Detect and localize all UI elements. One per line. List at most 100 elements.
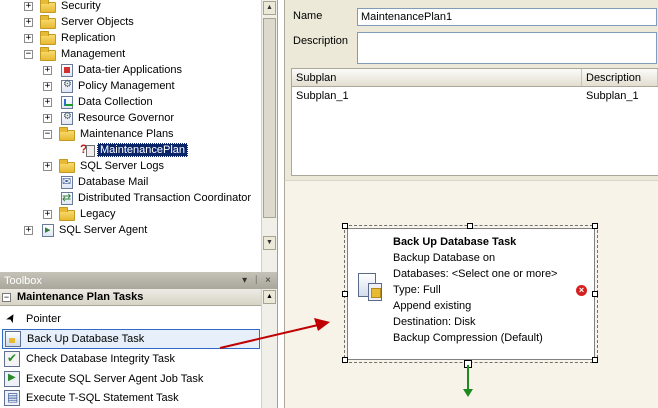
toolbox-item-backup-database-task[interactable]: Back Up Database Task — [2, 329, 260, 349]
toolbox-title: Toolbox — [4, 274, 42, 287]
column-header-description[interactable]: Description — [582, 69, 658, 86]
resize-handle-top-left[interactable] — [342, 223, 348, 229]
tree-node-resource-governor[interactable]: + Resource Governor — [43, 110, 176, 126]
tree-node-label: Legacy — [80, 208, 116, 220]
resource-governor-icon — [61, 111, 73, 125]
tree-node-label: SQL Server Logs — [80, 160, 164, 172]
toolbox-window-controls: ▾ ᛁ × — [242, 275, 277, 286]
expand-icon[interactable]: + — [24, 17, 33, 27]
task-title: Back Up Database Task — [393, 236, 517, 248]
tree-node-data-collection[interactable]: + Data Collection — [43, 94, 155, 110]
resize-handle-bottom-right[interactable] — [592, 357, 598, 363]
resize-handle-left[interactable] — [342, 291, 348, 297]
subplan-name-cell[interactable]: Subplan_1 — [292, 87, 582, 105]
task-line: Databases: <Select one or more> — [393, 268, 558, 280]
check-integrity-icon — [4, 351, 20, 367]
resize-handle-right[interactable] — [592, 291, 598, 297]
expand-icon[interactable]: + — [43, 81, 52, 91]
expand-icon[interactable]: + — [43, 113, 52, 123]
policy-icon — [61, 79, 73, 93]
plan-description-field[interactable] — [357, 32, 657, 64]
subplan-grid: Subplan Description Subplan_1 Subplan_1 — [291, 68, 658, 176]
tree-scrollbar[interactable]: ▲ ▼ — [261, 0, 277, 272]
tree-node-server-objects[interactable]: + Server Objects — [24, 14, 136, 30]
close-icon[interactable]: × — [265, 275, 271, 286]
tree-node-sql-server-agent[interactable]: + SQL Server Agent — [24, 222, 149, 238]
table-row[interactable]: Subplan_1 Subplan_1 — [292, 87, 658, 105]
scroll-thumb[interactable] — [263, 18, 276, 218]
toolbox-item-label: Execute T-SQL Statement Task — [26, 392, 179, 404]
tree-node-security[interactable]: + Security — [24, 0, 103, 14]
plan-properties-pane: Name MaintenancePlan1 Description Subpla… — [284, 0, 658, 180]
folder-icon — [40, 46, 56, 61]
expand-icon[interactable]: + — [43, 209, 52, 219]
toolbox-item-label: Check Database Integrity Task — [26, 353, 175, 365]
task-line: Backup Database on — [393, 252, 496, 264]
toolbox-scrollbar[interactable]: ▲ — [261, 289, 277, 408]
tree-node-label: Management — [61, 48, 126, 60]
task-line: Type: Full — [393, 284, 441, 296]
task-line: Backup Compression (Default) — [393, 332, 543, 344]
tree-node-label: Maintenance Plans — [80, 128, 174, 140]
plan-designer-surface[interactable]: Back Up Database Task Backup Database on… — [284, 180, 658, 408]
dropdown-icon[interactable]: ▾ — [242, 275, 247, 286]
expand-icon[interactable]: + — [24, 225, 33, 235]
tree-node-label: Database Mail — [78, 176, 149, 188]
tree-node-replication[interactable]: + Replication — [24, 30, 117, 46]
task-line: Append existing — [393, 300, 472, 312]
collapse-icon[interactable]: − — [24, 49, 33, 59]
sql-agent-icon — [42, 223, 54, 237]
tree-node-policy-management[interactable]: + Policy Management — [43, 78, 177, 94]
subplan-description-cell[interactable]: Subplan_1 — [582, 87, 658, 105]
data-tier-icon — [61, 63, 73, 77]
toolbox-item-agent-job-task[interactable]: Execute SQL Server Agent Job Task — [2, 369, 260, 389]
expand-icon[interactable]: + — [24, 33, 33, 43]
folder-icon — [40, 0, 56, 13]
scroll-down-icon[interactable]: ▼ — [263, 236, 276, 250]
object-explorer-tree: + Security + Server Objects + Replicatio… — [0, 0, 278, 272]
tree-node-label: Data-tier Applications — [78, 64, 182, 76]
column-header-subplan[interactable]: Subplan — [292, 69, 582, 86]
tree-node-label: SQL Server Agent — [59, 224, 148, 236]
scroll-up-icon[interactable]: ▲ — [263, 290, 276, 304]
toolbox-item-label: Back Up Database Task — [27, 333, 145, 345]
error-icon: × — [576, 285, 587, 296]
backup-database-task-shape[interactable]: Back Up Database Task Backup Database on… — [344, 225, 598, 363]
name-label: Name — [293, 10, 323, 22]
expand-icon[interactable]: + — [43, 97, 52, 107]
database-mail-icon — [61, 175, 73, 189]
tree-node-sql-server-logs[interactable]: + SQL Server Logs — [43, 158, 166, 174]
resize-handle-top[interactable] — [467, 223, 473, 229]
tree-node-legacy[interactable]: + Legacy — [43, 206, 117, 222]
resize-handle-top-right[interactable] — [592, 223, 598, 229]
expand-icon[interactable]: + — [43, 65, 52, 75]
plan-name-field[interactable]: MaintenancePlan1 — [357, 8, 657, 26]
tree-node-database-mail[interactable]: Database Mail — [43, 174, 150, 190]
collapse-icon[interactable]: − — [43, 129, 52, 139]
toolbox-title-bar: Toolbox ▾ ᛁ × — [0, 272, 277, 289]
toolbox-group-header[interactable]: − Maintenance Plan Tasks — [0, 289, 277, 306]
folder-icon — [59, 126, 75, 141]
tree-node-maintenance-plan[interactable]: MaintenancePlan — [62, 142, 189, 158]
tree-node-maintenance-plans[interactable]: − Maintenance Plans — [43, 126, 176, 142]
tree-node-management[interactable]: − Management — [24, 46, 127, 62]
tree-node-label: Resource Governor — [78, 112, 174, 124]
tree-node-dtc[interactable]: Distributed Transaction Coordinator — [43, 190, 253, 206]
expand-icon[interactable]: + — [24, 1, 33, 11]
expand-icon[interactable]: + — [43, 161, 52, 171]
collapse-icon[interactable]: − — [2, 292, 11, 302]
task-description: Back Up Database Task Backup Database on… — [393, 234, 557, 346]
pin-icon[interactable]: ᛁ — [253, 275, 259, 286]
folder-icon — [59, 206, 75, 221]
tree-node-data-tier-applications[interactable]: + Data-tier Applications — [43, 62, 184, 78]
toolbox-item-check-integrity-task[interactable]: Check Database Integrity Task — [2, 349, 260, 369]
resize-handle-bottom-left[interactable] — [342, 357, 348, 363]
folder-icon — [40, 30, 56, 45]
toolbox-item-pointer[interactable]: Pointer — [2, 309, 260, 329]
scroll-up-icon[interactable]: ▲ — [263, 1, 276, 15]
data-collection-icon — [61, 95, 73, 109]
toolbox-item-tsql-task[interactable]: Execute T-SQL Statement Task — [2, 388, 260, 408]
